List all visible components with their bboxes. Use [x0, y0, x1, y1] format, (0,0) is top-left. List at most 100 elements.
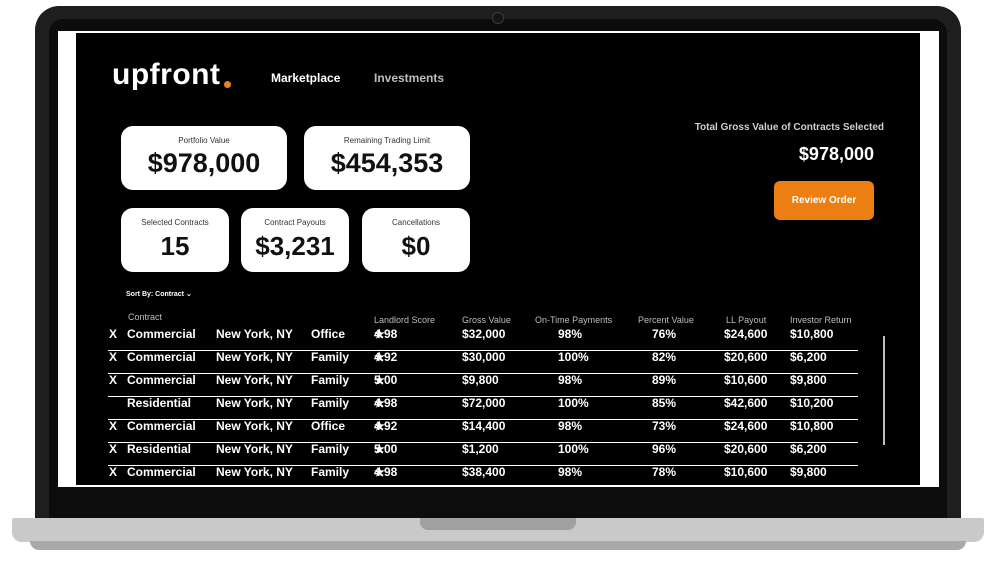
- total-gross-value: $978,000: [798, 144, 874, 164]
- card-label: Cancellations: [391, 218, 441, 227]
- gross-value: $9,800: [462, 373, 499, 387]
- contract-location: New York, NY: [216, 442, 293, 456]
- contract-type: Commercial: [127, 419, 196, 433]
- property-type: Office: [311, 327, 346, 341]
- percent-value: 76%: [652, 327, 677, 341]
- laptop-notch: [420, 518, 576, 530]
- on-time-payments: 100%: [558, 350, 589, 364]
- landlord-score-value: 4.98: [374, 327, 398, 341]
- gross-value: $14,400: [462, 419, 506, 433]
- landlord-score-value: 4.98: [374, 465, 398, 479]
- logo: upfront: [112, 58, 221, 91]
- percent-value: 73%: [652, 419, 677, 433]
- card-value: $3,231: [255, 231, 335, 261]
- contract-location: New York, NY: [216, 327, 293, 341]
- header-contract: Contract: [128, 312, 163, 322]
- contract-location: New York, NY: [216, 419, 293, 433]
- landlord-score-value: 4.92: [374, 350, 398, 364]
- percent-value: 96%: [652, 442, 677, 456]
- property-type: Family: [311, 396, 350, 410]
- chevron-down-icon: ⌄: [185, 291, 192, 298]
- on-time-payments: 98%: [558, 373, 583, 387]
- percent-value: 89%: [652, 373, 677, 387]
- investor-return: $9,800: [790, 465, 827, 479]
- property-type: Family: [311, 373, 350, 387]
- remove-row-button[interactable]: X: [109, 373, 117, 387]
- on-time-payments: 100%: [558, 396, 589, 410]
- landlord-score-value: 5.00: [374, 442, 398, 456]
- sort-by-dropdown[interactable]: Sort By: Contract ⌄: [126, 290, 192, 298]
- contract-type: Commercial: [127, 373, 196, 387]
- card-value: $0: [401, 231, 431, 261]
- nav-marketplace[interactable]: Marketplace: [271, 71, 340, 85]
- table-row[interactable]: X Commercial New York, NY Family ★ 5.00 $…: [108, 373, 858, 397]
- percent-value: 78%: [652, 465, 677, 479]
- investor-return: $10,200: [790, 396, 834, 410]
- gross-value: $32,000: [462, 327, 506, 341]
- table-row[interactable]: X Commercial New York, NY Office ★ 4.92 $…: [108, 419, 858, 443]
- on-time-payments: 98%: [558, 465, 583, 479]
- table-row[interactable]: X Commercial New York, NY Family ★ 4.92 $…: [108, 350, 858, 374]
- gross-value: $1,200: [462, 442, 499, 456]
- investor-return: $9,800: [790, 373, 827, 387]
- nav-investments[interactable]: Investments: [374, 71, 444, 85]
- on-time-payments: 98%: [558, 419, 583, 433]
- review-order-button[interactable]: Review Order: [774, 181, 874, 220]
- total-gross-label: Total Gross Value of Contracts Selected: [694, 122, 884, 133]
- percent-value: 85%: [652, 396, 677, 410]
- sort-by-label: Sort By: Contract: [126, 291, 184, 298]
- remove-row-button[interactable]: X: [109, 465, 117, 479]
- remove-row-button[interactable]: X: [109, 350, 117, 364]
- investor-return: $6,200: [790, 350, 827, 364]
- investor-return: $10,800: [790, 327, 834, 341]
- card-label: Contract Payouts: [264, 218, 326, 227]
- card-label: Portfolio Value: [178, 136, 230, 145]
- logo-dot-icon: [224, 81, 231, 88]
- card-label: Remaining Trading Limit: [343, 136, 431, 145]
- ll-payout: $20,600: [724, 442, 768, 456]
- header-gross-value: Gross Value: [462, 315, 511, 325]
- contract-type: Commercial: [127, 327, 196, 341]
- cancellations-card: Cancellations $0: [362, 208, 470, 272]
- card-value: $978,000: [147, 148, 261, 178]
- selected-contracts-card: Selected Contracts 15: [121, 208, 229, 272]
- table-row[interactable]: X Commercial New York, NY Office ★ 4.98 $…: [108, 327, 858, 351]
- card-value: $454,353: [330, 148, 444, 178]
- ll-payout: $20,600: [724, 350, 768, 364]
- camera-icon: [492, 12, 504, 24]
- portfolio-value-card: Portfolio Value $978,000: [121, 126, 287, 190]
- remove-row-button[interactable]: X: [109, 327, 117, 341]
- ll-payout: $10,600: [724, 465, 768, 479]
- property-type: Office: [311, 419, 346, 433]
- contract-type: Commercial: [127, 350, 196, 364]
- gross-value: $72,000: [462, 396, 506, 410]
- ll-payout: $24,600: [724, 419, 768, 433]
- ll-payout: $10,600: [724, 373, 768, 387]
- contract-type: Residential: [127, 396, 192, 410]
- table-row[interactable]: X Commercial New York, NY Family ★ 4.98 $…: [108, 465, 858, 485]
- header-ll-payout: LL Payout: [726, 315, 767, 325]
- remove-row-button[interactable]: X: [109, 419, 117, 433]
- ll-payout: $42,600: [724, 396, 768, 410]
- table-scrollbar[interactable]: [883, 336, 885, 445]
- on-time-payments: 100%: [558, 442, 589, 456]
- contract-location: New York, NY: [216, 350, 293, 364]
- table-row[interactable]: X Residential New York, NY Family ★ 5.00 …: [108, 442, 858, 466]
- card-value: 15: [160, 231, 190, 261]
- remove-row-button[interactable]: X: [109, 442, 117, 456]
- property-type: Family: [311, 465, 350, 479]
- contract-location: New York, NY: [216, 465, 293, 479]
- ll-payout: $24,600: [724, 327, 768, 341]
- property-type: Family: [311, 442, 350, 456]
- laptop-base-bottom: [30, 541, 966, 550]
- landlord-score-value: 4.92: [374, 419, 398, 433]
- on-time-payments: 98%: [558, 327, 583, 341]
- investor-return: $6,200: [790, 442, 827, 456]
- header-landlord-score: Landlord Score: [374, 315, 436, 325]
- contract-payouts-card: Contract Payouts $3,231: [241, 208, 349, 272]
- landlord-score-value: 4.98: [374, 396, 398, 410]
- property-type: Family: [311, 350, 350, 364]
- table-row[interactable]: Residential New York, NY Family ★ 4.98 $7…: [108, 396, 858, 420]
- app-screen: upfront Marketplace Investments Portfoli…: [76, 33, 920, 485]
- investor-return: $10,800: [790, 419, 834, 433]
